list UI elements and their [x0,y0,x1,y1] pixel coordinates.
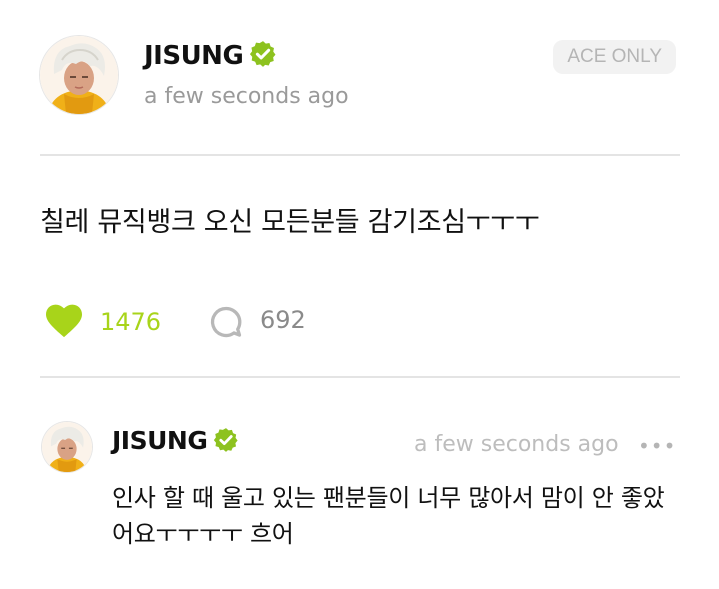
comment-time: a few seconds ago [414,432,619,457]
avatar[interactable] [40,36,118,114]
comment-bubble-icon[interactable] [208,304,244,344]
header-divider [40,154,680,156]
post-actions: 1476 692 [44,300,444,344]
post-time: a few seconds ago [144,84,349,109]
comment-author-name: JISUNG [112,426,208,455]
actions-divider [40,376,680,378]
comment-avatar[interactable] [42,422,92,472]
comment-text: 인사 할 때 울고 있는 팬분들이 너무 많아서 맘이 안 좋았어요ㅜㅜㅜㅜ 흐… [112,484,665,548]
more-dots-icon[interactable]: ••• [638,434,676,458]
ace-only-badge: ACE ONLY [553,40,676,74]
avatar-image [40,36,118,114]
comment-count: 692 [260,306,306,334]
post-text: 칠레 뮤직뱅크 오신 모든분들 감기조심ㅜㅜㅜ [40,207,540,238]
post-author-name: JISUNG [144,41,244,71]
post-header: JISUNG a few seconds ago ACE ONLY [40,36,680,116]
like-count: 1476 [100,308,162,336]
post-author[interactable]: JISUNG [144,40,277,75]
comment-item: JISUNG a few seconds ago ••• 인사 할 때 울고 있… [40,420,680,570]
verified-badge-icon [249,40,277,75]
heart-icon[interactable] [44,302,84,342]
comment-avatar-image [42,422,92,472]
verified-badge-icon [213,427,239,459]
comment-author[interactable]: JISUNG [112,426,239,459]
